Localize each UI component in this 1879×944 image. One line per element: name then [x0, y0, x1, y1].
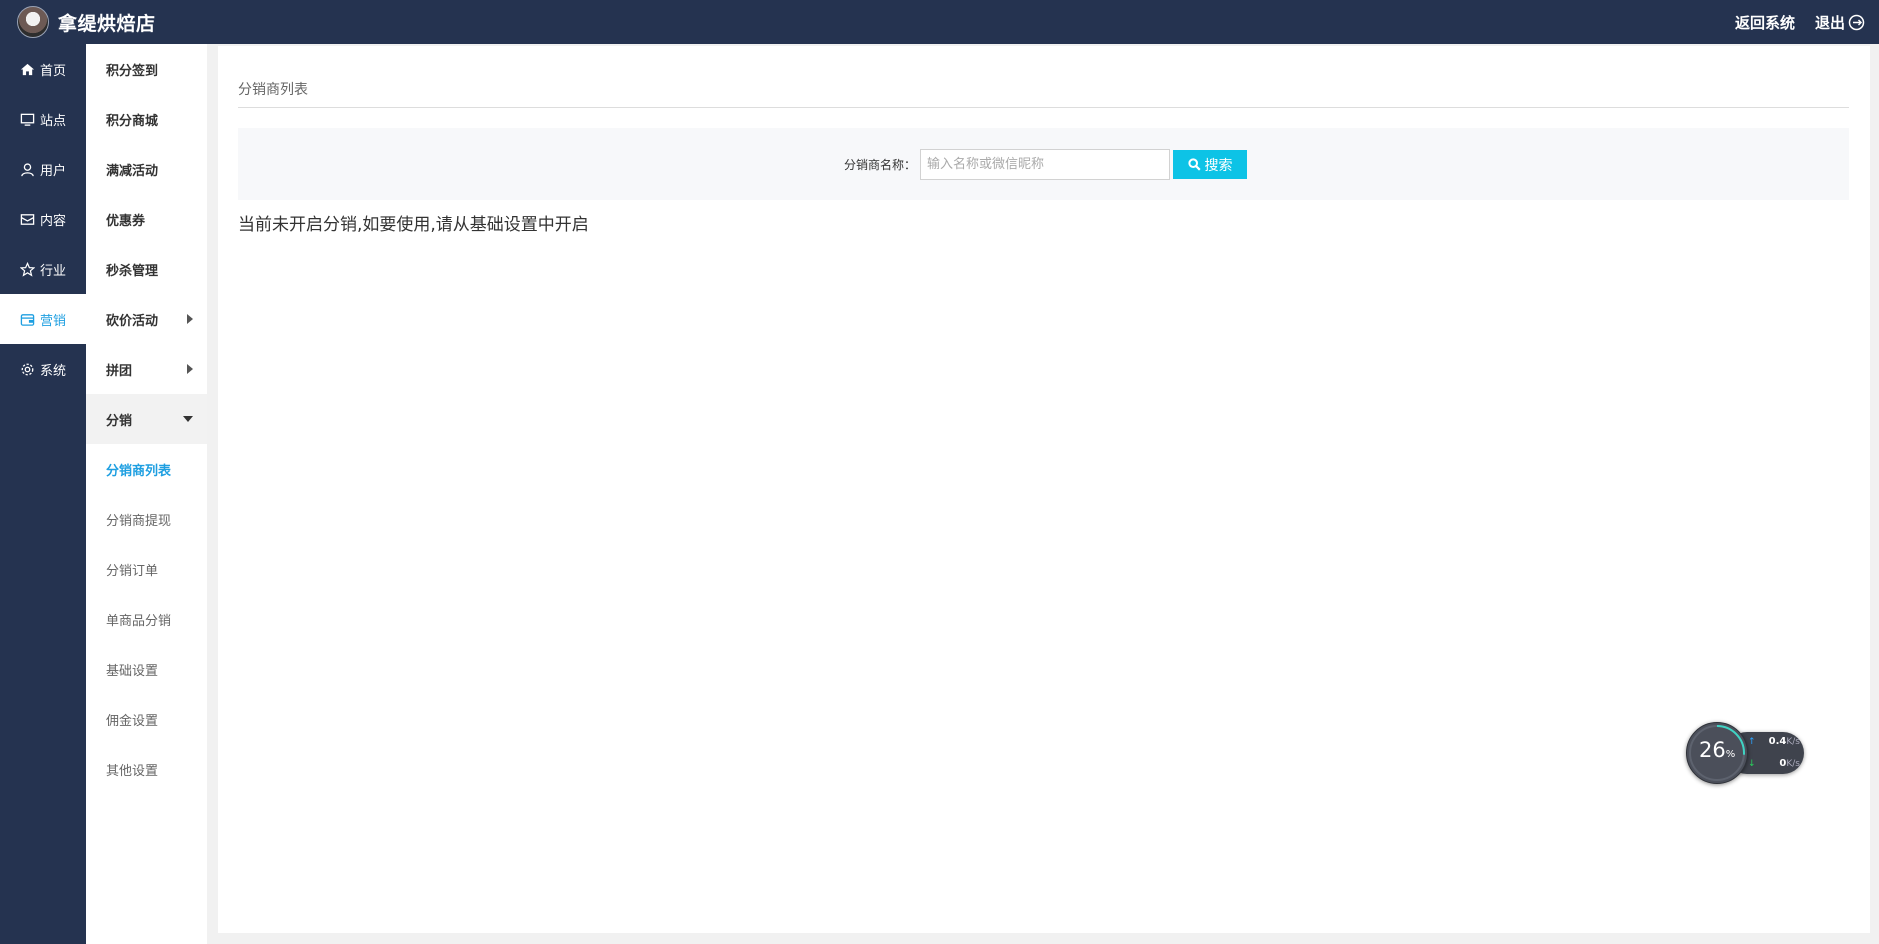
menu-label: 砍价活动 — [106, 313, 159, 329]
mail-icon — [19, 211, 35, 227]
search-label: 分销商名称： — [844, 158, 917, 172]
search-bar: 分销商名称： 搜索 — [238, 128, 1849, 200]
usage-percent-value: 26 — [1699, 738, 1726, 762]
search-icon — [1187, 158, 1201, 171]
nav-label: 营销 — [40, 313, 67, 329]
submenu-label: 单商品分销 — [106, 613, 172, 629]
nav-user[interactable]: 用户 — [0, 144, 86, 194]
menu-group-buy[interactable]: 拼团 — [86, 344, 207, 394]
submenu-label: 分销商提现 — [106, 513, 172, 529]
menu-label: 秒杀管理 — [106, 263, 159, 279]
nav-home[interactable]: 首页 — [0, 44, 86, 94]
nav-content[interactable]: 内容 — [0, 194, 86, 244]
download-unit: K/s — [1786, 759, 1800, 769]
submenu-label: 佣金设置 — [106, 713, 159, 729]
caret-right-icon — [187, 364, 193, 374]
menu-distribution[interactable]: 分销 — [86, 394, 207, 444]
home-icon — [19, 61, 35, 77]
submenu-distributor-withdraw[interactable]: 分销商提现 — [86, 494, 207, 544]
menu-label: 拼团 — [106, 363, 133, 379]
store-logo — [17, 6, 49, 38]
submenu-distributor-list[interactable]: 分销商列表 — [86, 444, 207, 494]
submenu-other-settings[interactable]: 其他设置 — [86, 744, 207, 794]
main-panel: 分销商列表 分销商名称： 搜索 当前未开启分销,如要使用,请从基础设置中开启 — [218, 46, 1870, 933]
search-input[interactable] — [920, 149, 1171, 180]
menu-flash-sale[interactable]: 秒杀管理 — [86, 244, 207, 294]
caret-right-icon — [187, 314, 193, 324]
menu-points-checkin[interactable]: 积分签到 — [86, 44, 207, 94]
logout-link[interactable]: 退出 — [1815, 12, 1865, 33]
menu-label: 积分签到 — [106, 63, 159, 79]
menu-label: 优惠券 — [106, 213, 146, 229]
download-arrow-icon: ↓ — [1748, 758, 1756, 769]
submenu-commission-settings[interactable]: 佣金设置 — [86, 694, 207, 744]
nav-label: 首页 — [40, 63, 67, 79]
search-button[interactable]: 搜索 — [1173, 150, 1248, 179]
nav-label: 行业 — [40, 263, 67, 279]
search-button-label: 搜索 — [1204, 157, 1233, 174]
submenu-single-product-distribution[interactable]: 单商品分销 — [86, 594, 207, 644]
nav-system[interactable]: 系统 — [0, 344, 86, 394]
menu-label: 满减活动 — [106, 163, 159, 179]
upload-arrow-icon: ↑ — [1748, 736, 1756, 747]
primary-sidebar: 首页 站点 用户 内容 行业 营销 系统 — [0, 44, 86, 944]
nav-site[interactable]: 站点 — [0, 94, 86, 144]
usage-percent-unit: % — [1725, 749, 1736, 760]
caret-down-icon — [183, 416, 193, 422]
search-form: 分销商名称： 搜索 — [844, 149, 1248, 180]
user-icon — [19, 161, 35, 177]
secondary-sidebar: 积分签到 积分商城 满减活动 优惠券 秒杀管理 砍价活动 拼团 分销 分销商列表… — [86, 44, 207, 944]
download-speed: ↓ 0K/s — [1748, 758, 1800, 769]
nav-label: 系统 — [40, 363, 67, 379]
distribution-disabled-notice: 当前未开启分销,如要使用,请从基础设置中开启 — [238, 215, 589, 235]
top-actions: 返回系统 退出 — [1715, 0, 1865, 44]
menu-bargain[interactable]: 砍价活动 — [86, 294, 207, 344]
brand-name: 拿缇烘焙店 — [58, 12, 156, 35]
monitor-icon — [19, 111, 35, 127]
menu-label: 积分商城 — [106, 113, 159, 129]
menu-full-reduction[interactable]: 满减活动 — [86, 144, 207, 194]
brand[interactable]: 拿缇烘焙店 — [17, 6, 156, 38]
upload-speed: ↑ 0.4K/s — [1748, 736, 1800, 747]
logout-icon — [1848, 14, 1865, 31]
nav-label: 用户 — [40, 163, 67, 179]
page-title: 分销商列表 — [238, 82, 308, 98]
usage-gauge[interactable]: 26% — [1686, 722, 1748, 784]
upload-value: 0.4 — [1768, 736, 1787, 747]
title-divider — [238, 107, 1849, 108]
submenu-basic-settings[interactable]: 基础设置 — [86, 644, 207, 694]
nav-label: 内容 — [40, 213, 67, 229]
star-icon — [19, 261, 35, 277]
network-speed-widget[interactable]: ↑ 0.4K/s ↓ 0K/s 26% — [1686, 722, 1806, 784]
menu-coupon[interactable]: 优惠券 — [86, 194, 207, 244]
nav-marketing[interactable]: 营销 — [0, 294, 86, 344]
gear-icon — [19, 361, 35, 377]
menu-points-mall[interactable]: 积分商城 — [86, 94, 207, 144]
return-system-link[interactable]: 返回系统 — [1735, 12, 1795, 33]
usage-percent: 26% — [1699, 738, 1735, 762]
nav-label: 站点 — [40, 113, 67, 129]
menu-label: 分销 — [106, 413, 133, 429]
top-bar: 拿缇烘焙店 返回系统 退出 — [0, 0, 1879, 44]
submenu-label: 分销商列表 — [106, 463, 172, 479]
submenu-label: 其他设置 — [106, 763, 159, 779]
nav-industry[interactable]: 行业 — [0, 244, 86, 294]
submenu-distribution-orders[interactable]: 分销订单 — [86, 544, 207, 594]
submenu-label: 基础设置 — [106, 663, 159, 679]
submenu-label: 分销订单 — [106, 563, 159, 579]
upload-unit: K/s — [1786, 737, 1800, 747]
wallet-icon — [19, 311, 35, 327]
logout-label: 退出 — [1814, 13, 1845, 32]
